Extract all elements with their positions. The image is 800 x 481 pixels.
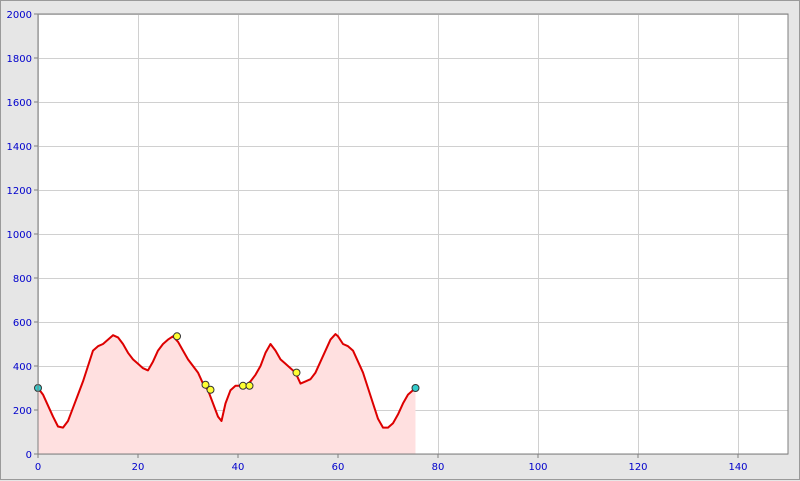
- y-tick-label: 1400: [7, 142, 32, 153]
- y-tick-label: 800: [13, 274, 32, 285]
- waypoint-marker: [239, 381, 247, 390]
- x-tick-label: 100: [528, 462, 547, 473]
- chart-canvas: 0 20 40 60 80 100 120 140 0 200 400 600 800 1000 1200…: [7, 10, 789, 473]
- x-tick-label: 20: [132, 462, 145, 473]
- x-tick-label: 60: [332, 462, 345, 473]
- elevation-chart: 0 20 40 60 80 100 120 140 0 200 400 600 800 1000 1200…: [0, 0, 800, 480]
- y-tick-label: 2000: [7, 10, 32, 21]
- waypoint-marker: [206, 385, 215, 394]
- x-tick-label: 140: [728, 462, 747, 473]
- y-tick-label: 1000: [7, 230, 32, 241]
- endpoint-marker: [411, 384, 420, 392]
- x-tick-label: 0: [35, 462, 41, 473]
- x-tick-label: 120: [628, 462, 647, 473]
- x-tick-label: 80: [432, 462, 445, 473]
- y-tick-label: 1800: [7, 54, 32, 65]
- x-tick-label: 40: [232, 462, 245, 473]
- y-tick-label: 600: [13, 318, 32, 329]
- y-tick-label: 0: [26, 450, 32, 461]
- x-axis-ticks: 0 20 40 60 80 100 120 140: [35, 454, 748, 473]
- y-tick-label: 200: [13, 406, 32, 417]
- y-tick-label: 1200: [7, 186, 32, 197]
- waypoint-marker: [292, 368, 301, 377]
- y-axis-ticks: 0 200 400 600 800 1000 1200 1400 1600 1800 2000: [7, 10, 38, 461]
- waypoint-marker: [245, 381, 254, 390]
- waypoint-marker: [173, 332, 181, 341]
- y-tick-label: 400: [13, 362, 32, 373]
- y-tick-label: 1600: [7, 98, 32, 109]
